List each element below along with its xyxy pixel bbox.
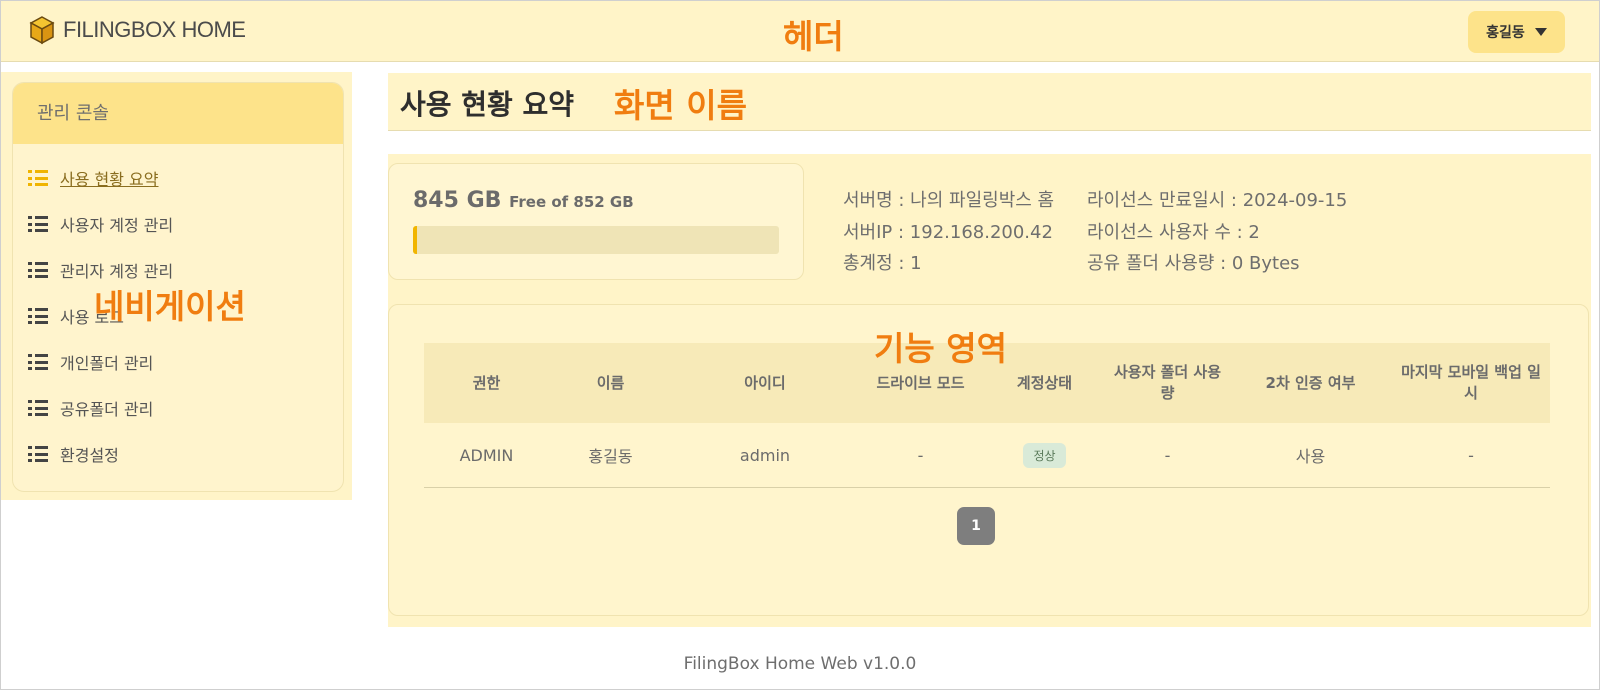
storage-progress-bar [413, 226, 779, 254]
sidebar-item-admin-accounts[interactable]: 관리자 계정 관리 [28, 258, 173, 282]
sidebar-item-user-accounts[interactable]: 사용자 계정 관리 [28, 212, 173, 236]
sidebar-item-usage-summary[interactable]: 사용 현황 요약 [28, 166, 159, 190]
license-expiry: 라이선스 만료일시 : 2024-09-15 [1087, 190, 1348, 211]
server-info-right: 라이선스 만료일시 : 2024-09-15 라이선스 사용자 수 : 2 공유… [1087, 185, 1347, 280]
user-name: 홍길동 [1486, 25, 1525, 41]
sidebar-item-label: 공유폴더 관리 [60, 400, 154, 419]
box-logo-icon [29, 16, 55, 45]
storage-progress-fill [413, 226, 417, 254]
sidebar-item-label: 개인폴더 관리 [60, 354, 154, 373]
feature-area-annotation: 기능 영역 [874, 329, 1007, 368]
column-header[interactable]: 사용자 폴더 사용량 [1106, 343, 1229, 423]
sidebar-item-label: 사용 현황 요약 [60, 170, 159, 189]
table-cell: - [858, 423, 983, 488]
list-icon [28, 399, 48, 417]
list-icon [28, 169, 48, 187]
footer-version: FilingBox Home Web v1.0.0 [683, 654, 917, 674]
logo[interactable]: FILINGBOX HOME [29, 15, 246, 45]
header: FILINGBOX HOME 헤더 홍길동 [1, 1, 1599, 62]
list-icon [28, 215, 48, 233]
status-badge: 정상 [1023, 442, 1066, 468]
column-header[interactable]: 2차 인증 여부 [1229, 343, 1392, 423]
list-icon [28, 261, 48, 279]
storage-total: Free of 852 GB [509, 193, 634, 211]
table-cell: 정상 [983, 423, 1106, 488]
sidebar-item-label: 사용자 계정 관리 [60, 216, 174, 235]
table-row[interactable]: ADMIN 홍길동 admin - 정상 - 사용 - [424, 423, 1550, 488]
table-cell: admin [672, 423, 858, 488]
navigation-annotation: 네비게이션 [94, 287, 246, 326]
table-cell: 사용 [1229, 423, 1392, 488]
pagination-page-1[interactable]: 1 [957, 507, 995, 545]
column-header[interactable]: 마지막 모바일 백업 일시 [1392, 343, 1550, 423]
table-cell: 홍길동 [549, 423, 672, 488]
total-accounts: 총계정 : 1 [843, 253, 922, 274]
server-ip: 서버IP : 192.168.200.42 [843, 221, 1053, 243]
title-bar: 사용 현황 요약 화면 이름 [388, 73, 1591, 131]
page-title: 사용 현황 요약 [400, 88, 575, 121]
user-menu-button[interactable]: 홍길동 [1468, 11, 1565, 53]
table-cell: - [1392, 423, 1550, 488]
sidebar-item-personal-folders[interactable]: 개인폴더 관리 [28, 350, 153, 374]
storage-used: 845 GB [413, 188, 502, 213]
column-header[interactable]: 아이디 [672, 343, 858, 423]
header-annotation: 헤더 [783, 17, 844, 56]
logo-text: FILINGBOX HOME [63, 17, 246, 42]
sidebar-item-shared-folders[interactable]: 공유폴더 관리 [28, 396, 153, 420]
list-icon [28, 445, 48, 463]
column-header[interactable]: 이름 [549, 343, 672, 423]
list-icon [28, 307, 48, 325]
sidebar-item-label: 환경설정 [60, 446, 119, 465]
table-cell: ADMIN [424, 423, 549, 488]
sidebar-title: 관리 콘솔 [13, 83, 343, 144]
storage-usage: 845 GB Free of 852 GB [413, 188, 634, 213]
storage-card: 845 GB Free of 852 GB [388, 163, 804, 280]
column-header[interactable]: 권한 [424, 343, 549, 423]
server-info-left: 서버명 : 나의 파일링박스 홈 서버IP : 192.168.200.42 총… [843, 185, 1054, 280]
license-users: 라이선스 사용자 수 : 2 [1087, 221, 1260, 243]
title-annotation: 화면 이름 [614, 86, 747, 125]
shared-folder-usage: 공유 폴더 사용량 : 0 Bytes [1087, 253, 1300, 274]
sidebar-item-label: 관리자 계정 관리 [60, 262, 174, 281]
sidebar-item-settings[interactable]: 환경설정 [28, 442, 119, 466]
table-cell: - [1106, 423, 1229, 488]
server-name: 서버명 : 나의 파일링박스 홈 [843, 190, 1055, 211]
caret-down-icon [1534, 28, 1547, 36]
list-icon [28, 353, 48, 371]
